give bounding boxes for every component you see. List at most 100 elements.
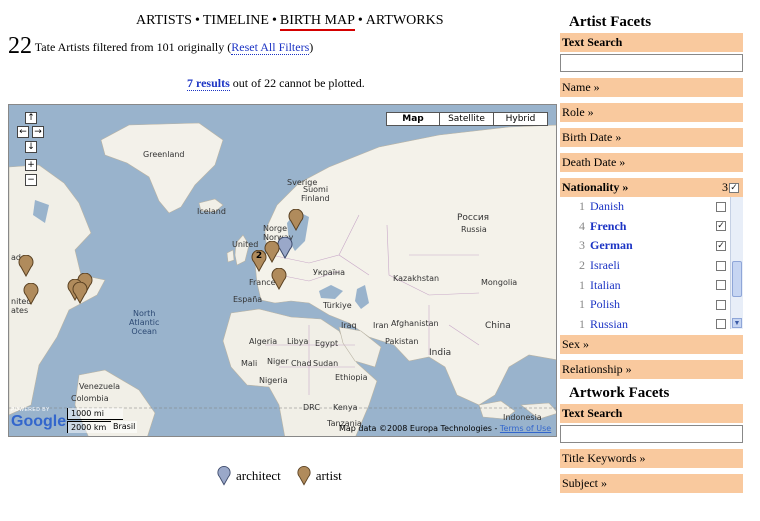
legend-artist: artist (297, 466, 342, 486)
map-attribution: Map data ©2008 Europa Technologies - Ter… (339, 424, 551, 433)
map-label-afghanistan: Afghanistan (391, 319, 439, 328)
unplotted-results-link[interactable]: 7 results (187, 76, 230, 91)
map-pin-icon (288, 208, 304, 232)
unplotted-notice: 7 results out of 22 cannot be plotted. (187, 76, 365, 91)
map-label-niger: Niger (267, 357, 289, 366)
facet-role[interactable]: Role » (560, 103, 743, 122)
zoom-in-icon[interactable]: + (25, 159, 37, 171)
pan-down-icon[interactable]: ↓ (25, 141, 37, 153)
summary-text: Tate Artists filtered from 101 originall… (34, 40, 232, 54)
birth-map[interactable]: Greenland Iceland Sverige Suomi Finland … (8, 104, 557, 437)
map-label-north-atlantic: North Atlantic Ocean (129, 309, 160, 336)
map-type-map-button[interactable]: Map (386, 112, 440, 126)
map-label-india: India (429, 348, 452, 358)
facet-name[interactable]: Name » (560, 78, 743, 97)
map-pin-icon (271, 267, 287, 291)
facet-birth-date[interactable]: Birth Date » (560, 128, 743, 147)
facet-nationality[interactable]: Nationality » 3 ✓ (560, 178, 743, 197)
scale-km: 2000 km (67, 421, 111, 433)
terms-of-use-link[interactable]: Terms of Use (500, 424, 551, 433)
nationality-checkbox[interactable] (716, 299, 726, 310)
nationality-item-count: 1 (579, 199, 585, 214)
nationality-item[interactable]: 3 German ✓ (560, 236, 743, 256)
nationality-checkbox[interactable] (716, 260, 726, 271)
map-pin-icon (18, 254, 34, 278)
nationality-item[interactable]: 1 Russian (560, 315, 743, 329)
map-label-egypt: Egypt (315, 339, 339, 348)
map-label-pakistan: Pakistan (385, 337, 419, 346)
nav-separator: • (357, 13, 363, 28)
nationality-checkbox[interactable] (716, 201, 726, 212)
nav-artworks[interactable]: ARTWORKS (366, 13, 444, 28)
summary-close: ) (309, 40, 314, 54)
nationality-item[interactable]: 1 Italian (560, 275, 743, 295)
artist-marker[interactable] (23, 282, 39, 306)
text-search-header: Text Search (560, 33, 743, 52)
pan-up-icon[interactable]: ↑ (25, 112, 37, 124)
facet-relationship[interactable]: Relationship » (560, 360, 743, 379)
map-label-chad: Chad (291, 359, 312, 368)
map-label-venezuela: Venezuela (79, 382, 121, 391)
facet-subject[interactable]: Subject » (560, 474, 743, 493)
map-label-turkiye: Türkiye (323, 301, 352, 310)
nationality-item[interactable]: 1 Danish (560, 197, 743, 217)
map-label-russia-en: Russia (461, 225, 487, 234)
artist-text-search-input[interactable] (560, 54, 743, 72)
map-type-hybrid-button[interactable]: Hybrid (494, 112, 548, 126)
map-pin-icon (72, 281, 88, 305)
map-label-sudan: Sudan (313, 359, 339, 368)
nationality-checkbox[interactable] (716, 280, 726, 291)
map-label-iceland: Iceland (197, 207, 226, 216)
zoom-out-icon[interactable]: − (25, 174, 37, 186)
legend-artist-label: artist (315, 468, 342, 483)
artist-marker[interactable] (288, 208, 304, 232)
artwork-text-search-input[interactable] (560, 425, 743, 443)
facets-sidebar: Artist Facets Text Search Name » Role » … (560, 14, 743, 499)
filter-summary: 22 Tate Artists filtered from 101 origin… (8, 33, 313, 60)
scrollbar-thumb[interactable] (732, 261, 742, 297)
nav-separator: • (194, 13, 200, 28)
nationality-item-count: 1 (579, 277, 585, 292)
map-label-greenland: Greenland (143, 150, 185, 159)
scroll-down-icon[interactable]: ▼ (732, 318, 742, 328)
nationality-checkbox[interactable]: ✓ (716, 240, 726, 251)
nationality-scrollbar[interactable]: ▼ (730, 197, 743, 329)
nationality-all-checkbox[interactable]: ✓ (729, 182, 739, 193)
legend-architect-label: architect (236, 468, 281, 483)
reset-filters-link[interactable]: Reset All Filters (231, 40, 310, 55)
map-label-kenya: Kenya (333, 403, 358, 412)
nationality-checkbox[interactable]: ✓ (716, 221, 726, 232)
map-label-norway: Norge (263, 224, 288, 233)
map-label-indonesia: Indonesia (503, 413, 542, 422)
facet-death-date[interactable]: Death Date » (560, 153, 743, 172)
artist-marker[interactable] (72, 281, 88, 305)
nav-birth-map[interactable]: BIRTH MAP (279, 13, 355, 31)
nationality-item[interactable]: 1 Polish (560, 295, 743, 315)
pan-right-icon[interactable]: → (32, 126, 44, 138)
map-type-satellite-button[interactable]: Satellite (440, 112, 494, 126)
pan-left-icon[interactable]: ← (17, 126, 29, 138)
google-logo: POWERED BY Google (11, 407, 66, 431)
map-label-russia: Россия (457, 213, 490, 223)
nationality-item-count: 4 (579, 218, 585, 233)
attribution-text: Map data ©2008 Europa Technologies - (339, 424, 498, 433)
nationality-item-count: 2 (579, 258, 585, 273)
map-label-espana: España (233, 295, 263, 304)
artist-cluster-marker[interactable]: 2 (251, 249, 267, 273)
artist-marker[interactable] (18, 254, 34, 278)
nav-artists[interactable]: ARTISTS (136, 13, 192, 28)
nationality-item[interactable]: 4 French ✓ (560, 217, 743, 237)
facet-sex[interactable]: Sex » (560, 335, 743, 354)
map-label-kazakhstan: Kazakhstan (393, 274, 440, 283)
artist-marker[interactable] (271, 267, 287, 291)
scale-brasil-label: Brasil (111, 421, 138, 433)
facet-title-keywords[interactable]: Title Keywords » (560, 449, 743, 468)
nationality-item[interactable]: 2 Israeli (560, 256, 743, 276)
artwork-facets-title: Artwork Facets (569, 385, 670, 401)
nav-timeline[interactable]: TIMELINE (203, 13, 269, 28)
nationality-checkbox[interactable] (716, 319, 726, 329)
map-legend: architect artist (217, 466, 352, 486)
map-label-nigeria: Nigeria (259, 376, 288, 385)
map-label-suomi: Suomi (303, 185, 329, 194)
top-nav: ARTISTS • TIMELINE • BIRTH MAP • ARTWORKS (136, 13, 444, 31)
